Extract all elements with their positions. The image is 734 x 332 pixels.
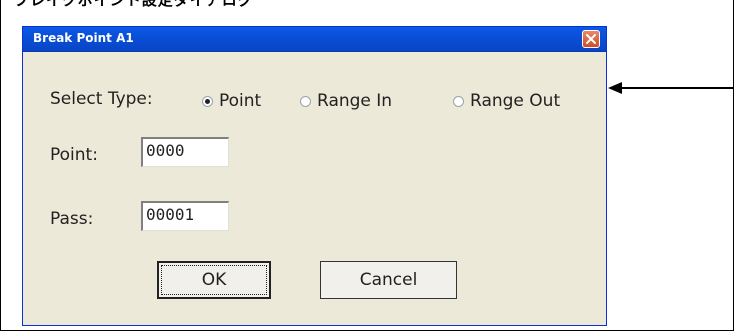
point-label: Point: — [50, 145, 98, 165]
pointer-arrow-icon — [608, 82, 734, 94]
close-button[interactable] — [582, 30, 600, 48]
pass-label: Pass: — [50, 209, 94, 229]
select-type-label: Select Type: — [50, 89, 153, 109]
cancel-button[interactable]: Cancel — [320, 261, 457, 299]
radio-range-in-label: Range In — [317, 91, 393, 111]
radio-range-in[interactable]: Range In — [300, 91, 392, 111]
radio-range-out-label: Range Out — [470, 91, 561, 111]
point-input[interactable]: 0000 — [141, 137, 229, 167]
radio-point-indicator — [202, 95, 213, 107]
close-icon — [586, 34, 596, 44]
radio-point-label: Point — [219, 91, 262, 111]
break-point-dialog: Break Point A1 Select Type: Point Range … — [22, 26, 607, 326]
radio-range-in-indicator — [300, 95, 311, 107]
radio-selected-dot — [205, 98, 210, 104]
window-title: Break Point A1 — [33, 31, 134, 45]
radio-point[interactable]: Point — [202, 91, 261, 111]
radio-range-out-indicator — [453, 95, 464, 107]
title-bar[interactable]: Break Point A1 — [23, 27, 606, 52]
document-heading: ブレイクポイント設定ダイアログ — [14, 0, 254, 9]
radio-range-out[interactable]: Range Out — [453, 91, 560, 111]
ok-button[interactable]: OK — [157, 261, 271, 299]
pass-input[interactable]: 00001 — [141, 201, 229, 231]
